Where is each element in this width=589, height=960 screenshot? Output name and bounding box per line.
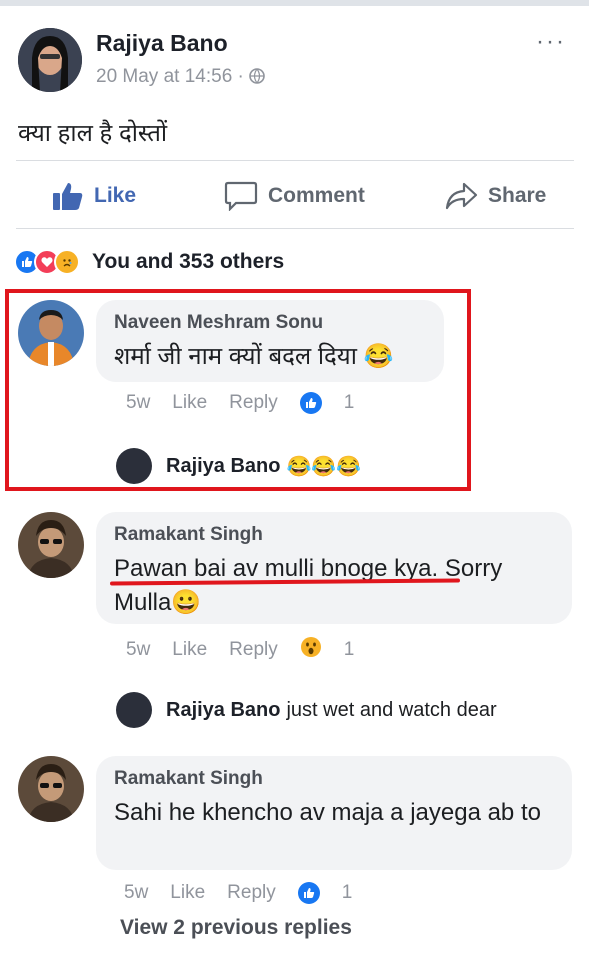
post-timestamp[interactable]: 20 May at 14:56 · [96, 66, 249, 87]
reactions-count-text: You and 353 others [92, 250, 285, 273]
share-label: Share [488, 184, 547, 207]
share-button[interactable]: Share [444, 176, 546, 216]
reaction-count: 1 [341, 882, 353, 903]
commenter-avatar[interactable] [18, 512, 84, 578]
post-text: क्या हाल है दोस्तों [18, 120, 168, 147]
comment-time[interactable]: 5w [124, 882, 148, 904]
like-button[interactable]: Like [52, 176, 136, 216]
reaction-icons [14, 249, 80, 275]
top-divider-bar [0, 0, 589, 6]
reactions-summary[interactable]: You and 353 others [14, 246, 284, 278]
author-avatar[interactable] [18, 28, 82, 92]
comment-text: Sahi he khencho av maja a jayega ab to [114, 799, 541, 826]
wow-reaction-icon [300, 636, 322, 664]
commenter-avatar[interactable] [18, 756, 84, 822]
like-label: Like [94, 184, 137, 207]
comment-button[interactable]: Comment [224, 176, 365, 216]
comment-bubble: Ramakant Singh Pawan bai av mulli bnoge … [96, 512, 572, 624]
reaction-count: 1 [343, 639, 355, 660]
post-meta: 20 May at 14:56 · [96, 66, 265, 88]
reply-avatar[interactable] [116, 692, 152, 728]
more-options-icon[interactable]: ··· [536, 28, 566, 56]
commenter-name[interactable]: Ramakant Singh [114, 768, 554, 790]
reply-author-name[interactable]: Rajiya Bano [166, 699, 280, 722]
comment-reply-link[interactable]: Reply [229, 639, 278, 661]
reply-text: just wet and watch dear [286, 698, 497, 721]
sad-reaction-icon [54, 249, 80, 275]
comment-reaction-count[interactable]: 1 [300, 636, 377, 664]
reply-preview[interactable]: Rajiya Bano just wet and watch dear [116, 692, 497, 728]
comment-actions: 5w Like Reply 1 [124, 882, 374, 904]
comment-text: Pawan bai av mulli bnoge kya. Sorry Mull… [114, 555, 503, 616]
highlight-box [5, 289, 471, 491]
comment-label: Comment [268, 184, 365, 207]
share-icon [445, 182, 478, 210]
comment-like-link[interactable]: Like [170, 882, 205, 904]
post-header: Rajiya Bano 20 May at 14:56 · ··· [16, 26, 576, 96]
like-reaction-icon [297, 882, 320, 904]
comment-reply-link[interactable]: Reply [227, 882, 276, 904]
comment-icon [224, 181, 258, 211]
divider [16, 228, 574, 229]
comment-actions: 5w Like Reply 1 [126, 636, 376, 664]
thumbs-up-icon [53, 183, 83, 210]
globe-icon [249, 66, 265, 87]
comment-reaction-count[interactable]: 1 [297, 882, 375, 904]
view-previous-replies-link[interactable]: View 2 previous replies [120, 916, 352, 940]
commenter-name[interactable]: Ramakant Singh [114, 524, 554, 546]
comment-like-link[interactable]: Like [172, 639, 207, 661]
comment-time[interactable]: 5w [126, 639, 150, 661]
post-author-name[interactable]: Rajiya Bano [96, 30, 228, 57]
comment-bubble: Ramakant Singh Sahi he khencho av maja a… [96, 756, 572, 870]
divider [16, 160, 574, 161]
